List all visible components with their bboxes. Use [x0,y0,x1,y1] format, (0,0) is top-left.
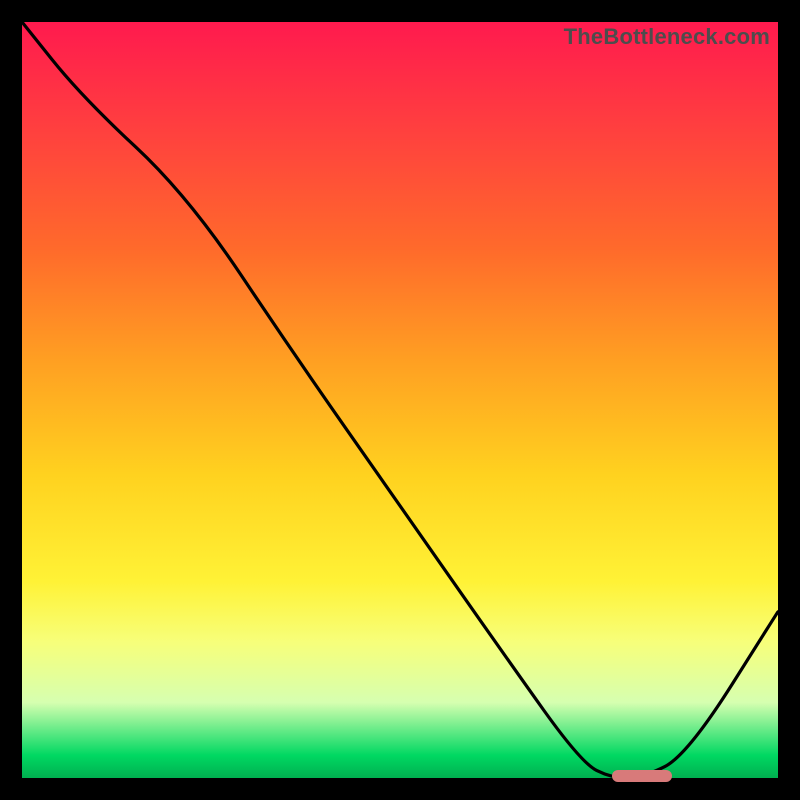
watermark-text: TheBottleneck.com [564,24,770,50]
optimal-range-marker [612,770,672,782]
chart-stage: TheBottleneck.com [0,0,800,800]
bottleneck-curve-path [22,22,778,778]
plot-area: TheBottleneck.com [22,22,778,778]
chart-svg [22,22,778,778]
